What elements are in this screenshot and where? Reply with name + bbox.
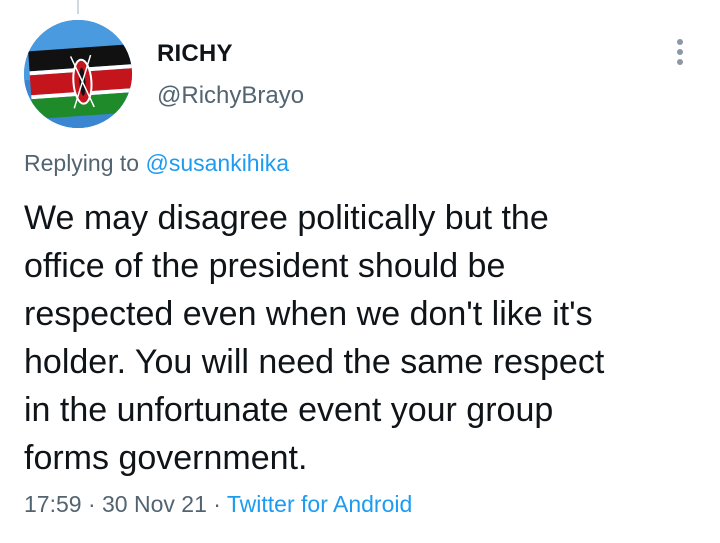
tweet-line: in the unfortunate event your group [24, 391, 554, 429]
tweet-line: holder. You will need the same respect [24, 343, 605, 381]
tweet-date[interactable]: 30 Nov 21 [102, 491, 207, 517]
tweet-line: We may disagree politically but the [24, 199, 549, 237]
replying-to-line: Replying to @susankihika [24, 150, 289, 177]
tweet-text: We may disagree politically but the offi… [24, 194, 684, 482]
avatar[interactable] [24, 20, 132, 128]
thread-connector-line [77, 0, 79, 14]
meta-separator: · [206, 491, 227, 517]
author-name[interactable]: RICHY [157, 40, 233, 68]
kenya-flag-icon [24, 20, 132, 128]
replying-to-label: Replying to [24, 150, 146, 176]
more-options-icon[interactable] [664, 36, 696, 68]
author-handle[interactable]: @RichyBrayo [157, 82, 304, 110]
tweet-line: forms government. [24, 439, 308, 477]
reply-mention-link[interactable]: @susankihika [145, 150, 289, 176]
meta-separator: · [81, 491, 103, 517]
tweet-source-link[interactable]: Twitter for Android [227, 491, 412, 517]
tweet-time[interactable]: 17:59 [24, 491, 82, 517]
tweet-line: respected even when we don't like it's [24, 295, 593, 333]
tweet-meta: 17:59 · 30 Nov 21 · Twitter for Android [24, 491, 412, 518]
tweet-line: office of the president should be [24, 247, 506, 285]
